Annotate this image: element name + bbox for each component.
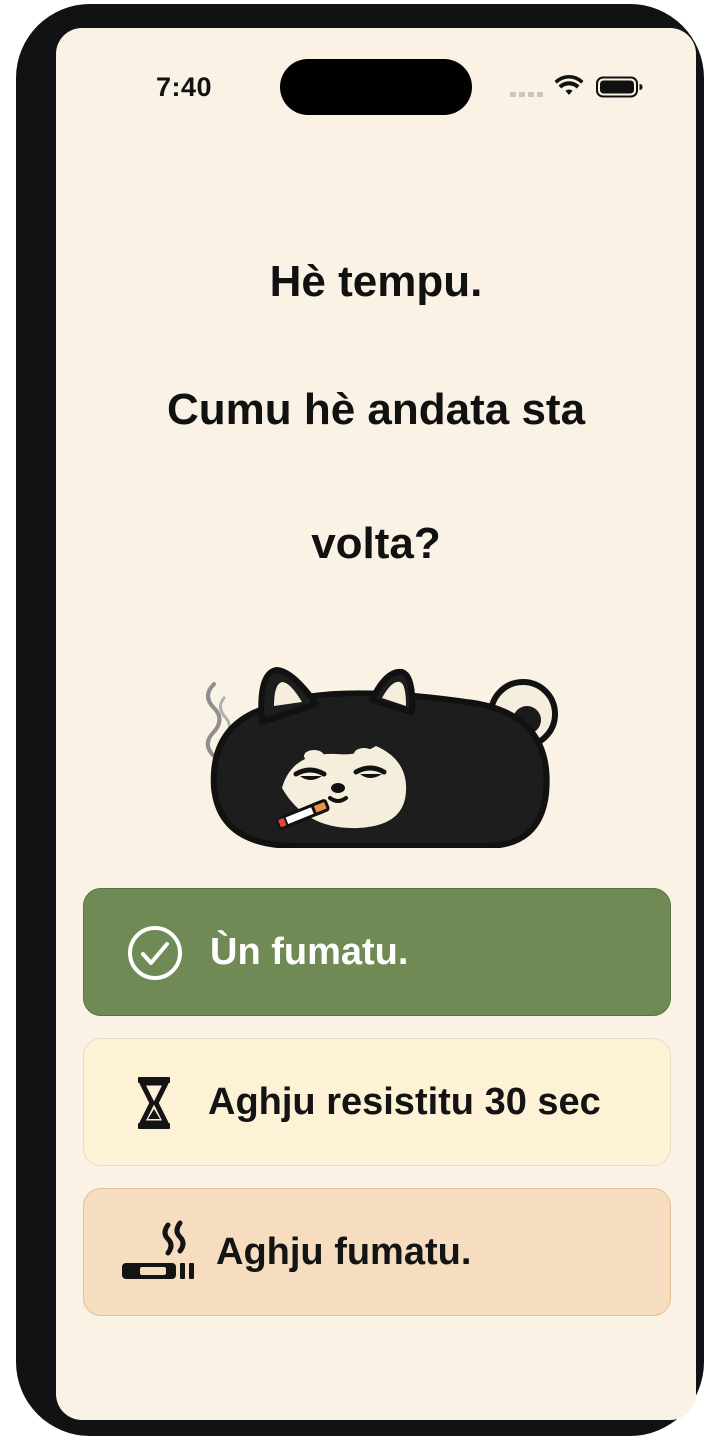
question-line-3: volta? [311, 519, 441, 568]
smoked-button[interactable]: Aghju fumatu. [83, 1188, 671, 1316]
phone-frame: 7:40 Hè tempu. Cumu hè andata sta volta? [16, 4, 704, 1436]
not-smoked-button[interactable]: Ùn fumatu. [83, 888, 671, 1016]
smoked-label: Aghju fumatu. [216, 1231, 472, 1273]
resisted-label: Aghju resistitu 30 sec [208, 1081, 601, 1123]
not-smoked-label: Ùn fumatu. [210, 931, 409, 973]
question-line-1: Hè tempu. [269, 257, 483, 306]
hourglass-icon [138, 1077, 170, 1129]
resisted-button[interactable]: Aghju resistitu 30 sec [83, 1038, 671, 1166]
cigarette-icon [122, 1220, 194, 1279]
status-time: 7:40 [155, 72, 213, 102]
signal-icon [510, 92, 543, 97]
app-screen: 7:40 Hè tempu. Cumu hè andata sta volta? [56, 28, 696, 1420]
battery-icon [596, 76, 643, 98]
question-line-2: Cumu hè andata sta [166, 385, 586, 434]
wifi-icon [554, 74, 584, 95]
smoking-dog-mascot-icon [205, 667, 558, 848]
check-circle-icon [128, 926, 182, 980]
dynamic-island [280, 59, 472, 115]
